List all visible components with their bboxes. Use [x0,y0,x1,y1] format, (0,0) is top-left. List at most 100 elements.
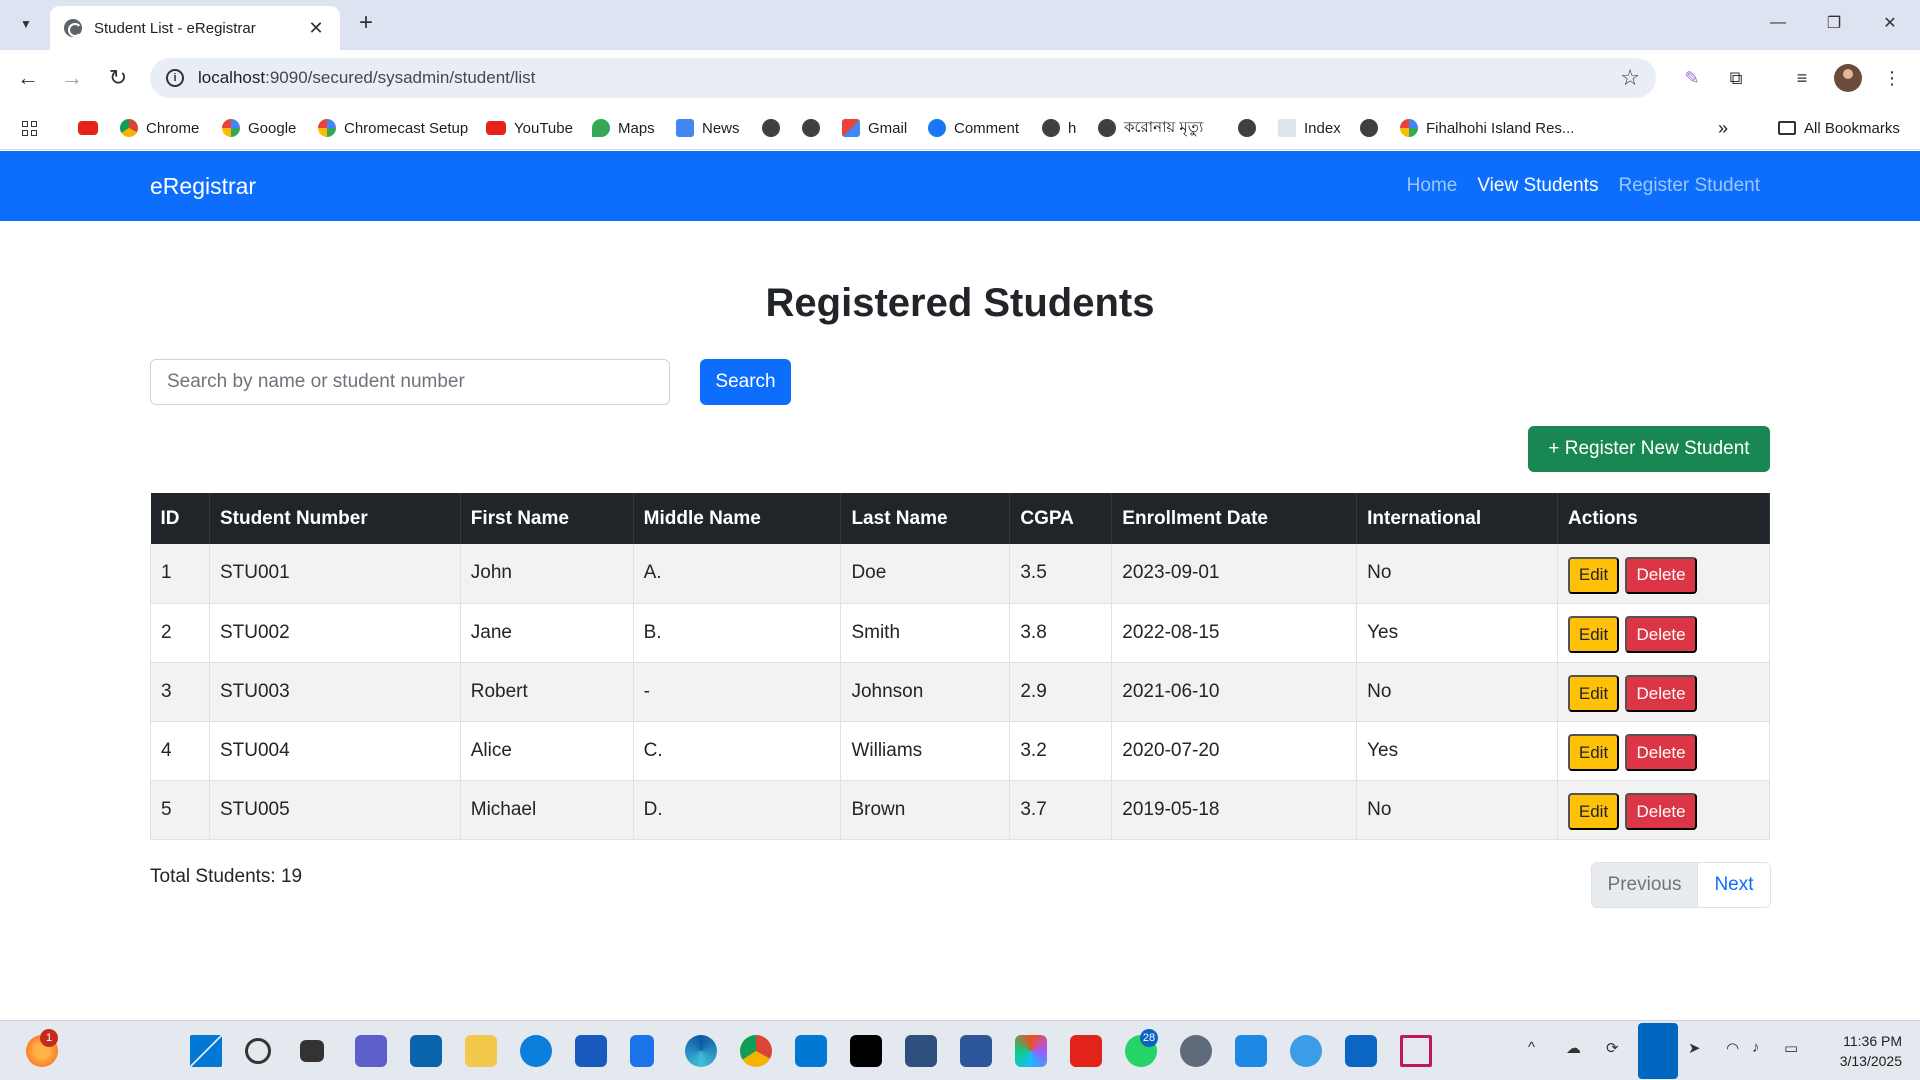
brand-logo[interactable]: eRegistrar [150,173,256,200]
windows-start-icon[interactable] [190,1035,222,1067]
system-clock[interactable]: 11:36 PM 3/13/2025 [1822,1031,1902,1071]
nav-link-home[interactable]: Home [1407,175,1458,197]
edit-button[interactable]: Edit [1568,556,1620,594]
notepad-icon[interactable] [630,1035,654,1067]
bookmark-corona[interactable]: করোনায় মৃত্যু [1098,116,1203,140]
url-host: localhost [198,68,266,87]
bookmark-globe-4[interactable] [1360,116,1386,140]
new-tab-button[interactable]: + [352,10,380,38]
bookmark-globe-2[interactable] [802,116,828,140]
previous-page-button[interactable]: Previous [1592,863,1698,907]
delete-button[interactable]: Delete [1625,556,1698,594]
google-icon [1400,119,1418,137]
more-menu-icon[interactable]: ⋮ [1878,64,1906,92]
settings-gear-icon[interactable] [1180,1035,1212,1067]
battery-icon[interactable]: ▭ [1784,1039,1798,1057]
edit-button[interactable]: Edit [1568,675,1620,712]
ssms-icon[interactable] [905,1035,937,1067]
edit-button[interactable]: Edit [1568,616,1620,653]
snipping-tool-icon[interactable] [1400,1035,1432,1067]
apps-grid-icon[interactable] [22,116,37,140]
sync-icon[interactable]: ⟳ [1606,1039,1619,1057]
outlook-icon[interactable] [410,1035,442,1067]
column-header: CGPA [1009,493,1113,544]
reload-icon[interactable]: ↻ [102,62,134,94]
microphone-icon[interactable] [1638,1023,1678,1079]
teams-icon[interactable] [355,1035,387,1067]
volume-icon[interactable]: ♪ [1752,1039,1760,1056]
bookmark-globe-3[interactable] [1238,116,1264,140]
profile-avatar[interactable] [1834,64,1862,92]
close-tab-icon[interactable]: ✕ [306,18,326,39]
address-bar[interactable]: i localhost:9090/secured/sysadmin/studen… [150,58,1656,98]
edit-button[interactable]: Edit [1568,793,1620,830]
photos-icon[interactable] [1235,1035,1267,1067]
chrome-taskbar-icon[interactable] [740,1035,772,1067]
search-button[interactable]: Search [700,359,791,405]
extensions-puzzle-icon[interactable]: ⧉ [1722,64,1750,92]
file-explorer-icon[interactable] [465,1035,497,1067]
search-icon[interactable] [245,1038,271,1064]
forward-arrow-icon[interactable]: → [56,62,88,94]
bookmark-h[interactable]: h [1042,116,1076,140]
bookmark-maps[interactable]: Maps [592,116,655,140]
bookmark-star-icon[interactable]: ☆ [1620,65,1640,91]
all-bookmarks[interactable]: All Bookmarks [1778,116,1900,140]
word-icon[interactable] [575,1035,607,1067]
show-hidden-icons-chevron-icon[interactable]: ^ [1528,1039,1535,1056]
delete-button[interactable]: Delete [1625,734,1698,771]
delete-button[interactable]: Delete [1625,616,1698,653]
nav-link-register-student[interactable]: Register Student [1618,175,1760,197]
bookmark-google[interactable]: Google [222,116,296,140]
bookmark-comment[interactable]: Comment [928,116,1019,140]
bookmark-index[interactable]: Index [1278,116,1341,140]
nav-link-view-students[interactable]: View Students [1477,175,1598,197]
bookmarks-bar: Chrome Google Chromecast Setup YouTube M… [0,106,1920,150]
linkedin-icon[interactable] [1345,1035,1377,1067]
delete-button[interactable]: Delete [1625,675,1698,712]
register-new-student-button[interactable]: + Register New Student [1528,426,1770,472]
visio-icon[interactable] [960,1035,992,1067]
bookmark-fihalhohi[interactable]: Fihalhohi Island Res... [1400,116,1574,140]
edge-icon[interactable] [685,1035,717,1067]
more-bookmarks-chevron-icon[interactable]: » [1718,116,1728,140]
close-window-button[interactable]: ✕ [1870,8,1910,38]
media-control-icon[interactable]: ≡ [1788,64,1816,92]
total-students-count: Total Students: 19 [150,866,303,887]
next-page-button[interactable]: Next [1698,863,1770,907]
intellij-icon[interactable] [850,1035,882,1067]
url-text[interactable]: localhost:9090/secured/sysadmin/student/… [198,68,1620,88]
cortana-icon[interactable] [520,1035,552,1067]
cell-middle-name: A. [633,544,842,604]
bookmark-gmail[interactable]: Gmail [842,116,907,140]
bookmark-globe-1[interactable] [762,116,788,140]
bookmark-chrome[interactable]: Chrome [120,116,199,140]
column-header: International [1356,493,1559,544]
cell-id: 5 [150,780,210,840]
whatsapp-badge: 28 [1140,1029,1158,1047]
back-arrow-icon[interactable]: ← [12,62,44,94]
cell-middle-name: C. [633,721,842,781]
vscode-icon[interactable] [795,1035,827,1067]
edit-button[interactable]: Edit [1568,734,1620,771]
site-info-icon[interactable]: i [166,69,184,87]
bookmark-youtube[interactable]: YouTube [486,116,573,140]
minimize-window-button[interactable]: — [1758,8,1798,38]
onedrive-cloud-icon[interactable]: ☁ [1566,1039,1581,1057]
document-icon [1278,119,1296,137]
acrobat-icon[interactable] [1070,1035,1102,1067]
restore-window-button[interactable]: ❐ [1814,8,1854,38]
figma-icon[interactable] [1015,1035,1047,1067]
wifi-icon[interactable]: ◠ [1726,1039,1739,1057]
browser-tab-active[interactable]: Student List - eRegistrar ✕ [50,6,340,50]
task-view-icon[interactable] [300,1040,324,1062]
location-arrow-icon[interactable]: ➤ [1688,1039,1701,1057]
search-input[interactable] [150,359,670,405]
tab-search-chevron-icon[interactable]: ▼ [12,10,40,38]
bookmark-news[interactable]: News [676,116,740,140]
pen-extension-icon[interactable]: ✎ [1678,64,1706,92]
network-globe-icon[interactable] [1290,1035,1322,1067]
delete-button[interactable]: Delete [1625,793,1698,830]
youtube-bookmark-icon[interactable] [78,116,106,140]
bookmark-chromecast[interactable]: Chromecast Setup [318,116,468,140]
